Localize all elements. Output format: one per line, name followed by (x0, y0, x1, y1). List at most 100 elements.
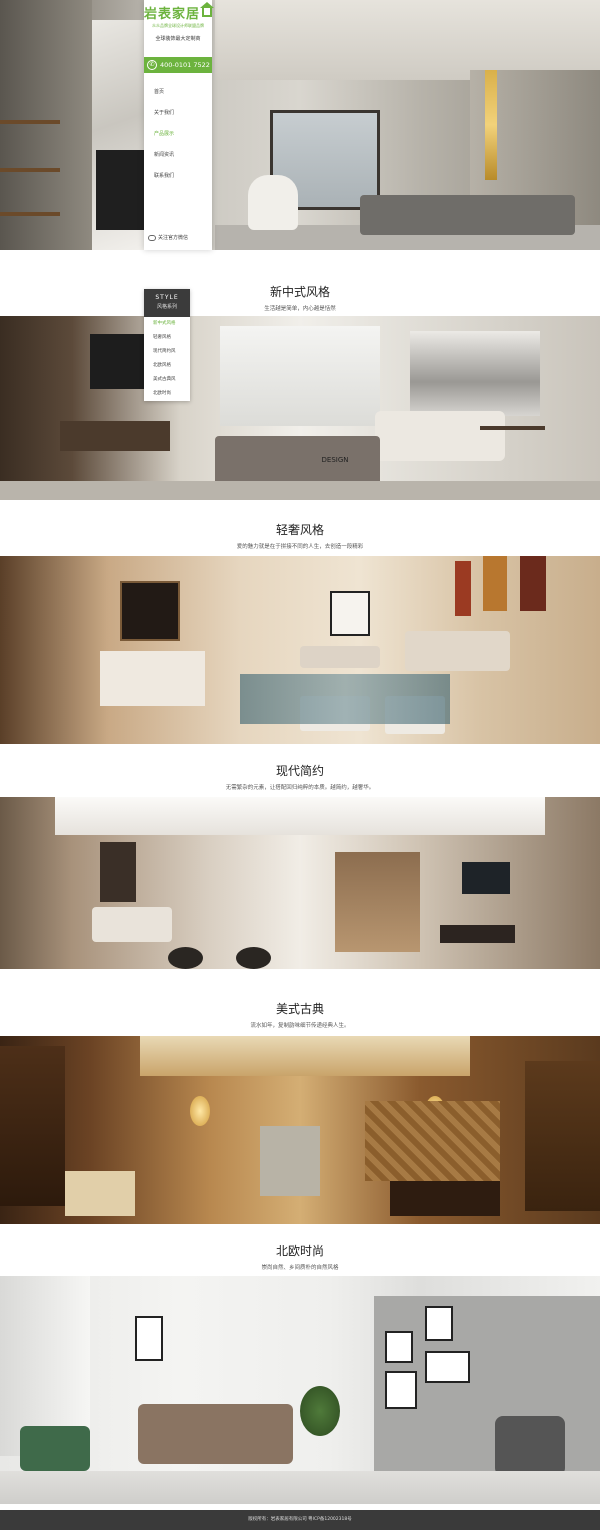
phone-icon: ✆ (147, 60, 157, 70)
hero-banner (0, 0, 600, 250)
photo-plant (300, 1386, 340, 1436)
style-dropdown: STYLE 风格系列 新中式风格 轻奢风格 现代简约风 北欧风格 美式古典风 北… (144, 289, 190, 401)
style-item-nordic-fashion[interactable]: 北欧时尚 (144, 387, 190, 401)
photo-tv (462, 862, 510, 894)
photo-chandelier (190, 1096, 210, 1126)
photo-tv-cabinet (100, 651, 205, 706)
photo-floor (0, 481, 600, 500)
nav-item-news[interactable]: 新闻资讯 (144, 145, 212, 166)
nav-item-about[interactable]: 关于我们 (144, 103, 212, 124)
hero-shelf (0, 120, 60, 124)
footer-copyright: 版权所有：岩表家居有限公司 粤ICP备12002318号 (248, 1517, 352, 1522)
photo-floor (0, 1471, 600, 1504)
photo-sofa (375, 411, 505, 461)
photo-artwork (483, 556, 507, 611)
photo-armchair (300, 646, 380, 668)
photo-artwork (520, 556, 546, 611)
logo-text: 岩表家居 (144, 7, 201, 22)
photo-sofa (92, 907, 172, 942)
photo-sliding-door (335, 852, 420, 952)
section-title: 北欧时尚 (275, 1244, 324, 1258)
photo-sofa (138, 1404, 293, 1464)
room-photo (0, 1036, 600, 1224)
photo-wallpaper (365, 1101, 500, 1181)
room-photo (0, 1276, 600, 1504)
logo-subtitle: 众众品牌全球设计师联盟品牌 (152, 23, 204, 28)
nav-item-contact[interactable]: 联系我们 (144, 166, 212, 187)
photo-dining-table (390, 1181, 500, 1216)
room-photo: DESIGN (0, 316, 600, 500)
photo-ceiling (55, 797, 545, 835)
phone-number: 400-0101 7522 (160, 61, 210, 69)
footer: 版权所有：岩表家居有限公司 粤ICP备12002318号 (0, 1510, 600, 1530)
wechat-icon (148, 234, 156, 241)
section-desc: 无需繁杂的元素，让搭配回归纯粹的本质。越简约，越奢华。 (225, 785, 375, 791)
section-title: 美式古典 (275, 1002, 324, 1016)
hero-shelf (0, 212, 60, 216)
main-menu: 首页 关于我们 产品展示 新闻资讯 联系我们 (144, 82, 212, 187)
photo-artwork (385, 1371, 417, 1409)
style-title-cn: 风格系列 (156, 304, 177, 310)
hero-chair (248, 175, 298, 230)
style-item-new-chinese[interactable]: 新中式风格 (144, 317, 190, 331)
photo-artwork (425, 1351, 470, 1383)
hero-tv (96, 150, 146, 230)
room-photo (0, 556, 600, 744)
photo-artwork (135, 1316, 163, 1361)
photo-tv-cabinet (440, 925, 515, 943)
photo-artwork (425, 1306, 453, 1341)
style-dropdown-header: STYLE 风格系列 (144, 289, 190, 317)
style-item-light-luxury[interactable]: 轻奢风格 (144, 331, 190, 345)
hero-gold-art (485, 70, 497, 180)
photo-armchair (20, 1426, 90, 1471)
photo-tv-cabinet (60, 421, 170, 451)
room-photo (0, 797, 600, 969)
wechat-follow[interactable]: 关注官方微信 (148, 234, 188, 241)
photo-ceiling (140, 1036, 470, 1076)
house-icon (200, 2, 214, 17)
section-header: 新中式风格 生活越是简单，内心越是恬然 (0, 283, 600, 312)
phone-bar[interactable]: ✆ 400-0101 7522 (144, 57, 212, 73)
photo-cabinet (525, 1061, 600, 1211)
photo-artwork (100, 842, 136, 902)
section-header: 美式古典 流水如年，复制韵味细节传递经典人生。 (0, 1000, 600, 1029)
style-item-nordic[interactable]: 北欧风格 (144, 359, 190, 373)
section-header: 北欧时尚 崇尚自然、乡间质朴的自然风格 (0, 1242, 600, 1271)
photo-artwork (385, 1331, 413, 1363)
side-nav-panel: 岩表家居 众众品牌全球设计师联盟品牌 全球装饰最大定制商 ✆ 400-0101 … (144, 0, 214, 250)
photo-tv (120, 581, 180, 641)
style-title-en: STYLE (155, 294, 179, 301)
hero-sofa (360, 195, 575, 235)
style-item-american[interactable]: 美式古典风 (144, 373, 190, 387)
hero-shelf (0, 168, 60, 172)
logo[interactable]: 岩表家居 众众品牌全球设计师联盟品牌 (144, 2, 214, 29)
section-desc: 崇尚自然、乡间质朴的自然风格 (261, 1265, 339, 1271)
slogan: 全球装饰最大定制商 (155, 36, 201, 42)
hero-ceiling (215, 0, 600, 80)
photo-fireplace (65, 1171, 135, 1216)
section-header: 现代简约 无需繁杂的元素，让搭配回归纯粹的本质。越简约，越奢华。 (0, 762, 600, 791)
photo-window (330, 591, 370, 636)
photo-sofa (405, 631, 510, 671)
photo-watermark: DESIGN (321, 456, 349, 464)
wechat-label: 关注官方微信 (158, 235, 189, 241)
photo-ink-painting (410, 331, 540, 416)
photo-coffee-table (168, 947, 203, 969)
photo-window (220, 326, 380, 426)
section-title: 现代简约 (275, 764, 324, 778)
section-desc: 流水如年，复制韵味细节传递经典人生。 (250, 1023, 350, 1029)
photo-bookcase (0, 1046, 65, 1206)
photo-rug (240, 674, 450, 724)
photo-tv (90, 334, 150, 389)
nav-item-home[interactable]: 首页 (144, 82, 212, 103)
section-desc: 生活越是简单，内心越是恬然 (264, 306, 336, 312)
photo-coffee-table (236, 947, 271, 969)
photo-artwork (455, 561, 471, 616)
style-item-modern[interactable]: 现代简约风 (144, 345, 190, 359)
section-desc: 爱的魅力就是在于拼接不同的人生，去创造一段精彩 (236, 544, 364, 550)
photo-window (260, 1126, 320, 1196)
photo-dining-chairs (495, 1416, 565, 1476)
nav-item-products[interactable]: 产品展示 (144, 124, 212, 145)
photo-side-table (480, 426, 545, 430)
section-title: 新中式风格 (269, 285, 330, 299)
